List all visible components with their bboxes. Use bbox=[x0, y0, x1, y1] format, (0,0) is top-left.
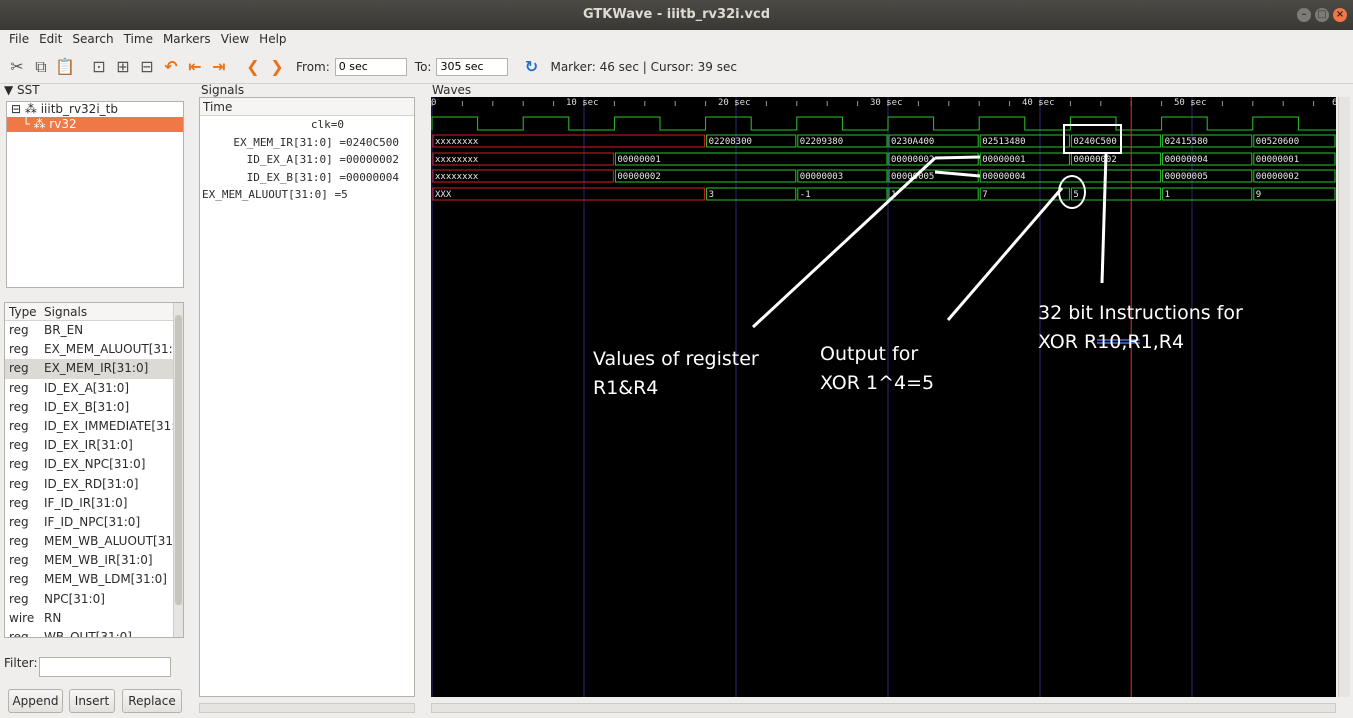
annotation-line-registers-b bbox=[934, 170, 981, 178]
annotation-instruction: 32 bit Instructions for XOR R10,R1,R4 bbox=[1038, 302, 1243, 353]
annotation-line-registers-a bbox=[934, 155, 981, 160]
annotation-output: Output for XOR 1^4=5 bbox=[820, 343, 935, 394]
annotation-line-instruction bbox=[1100, 153, 1108, 284]
annotation-box-instruction bbox=[1063, 124, 1122, 154]
annotation-line-registers bbox=[751, 156, 937, 329]
annotation-registers: Values of register R1&R4 bbox=[593, 348, 759, 399]
annotation-circle-output bbox=[1058, 175, 1086, 209]
